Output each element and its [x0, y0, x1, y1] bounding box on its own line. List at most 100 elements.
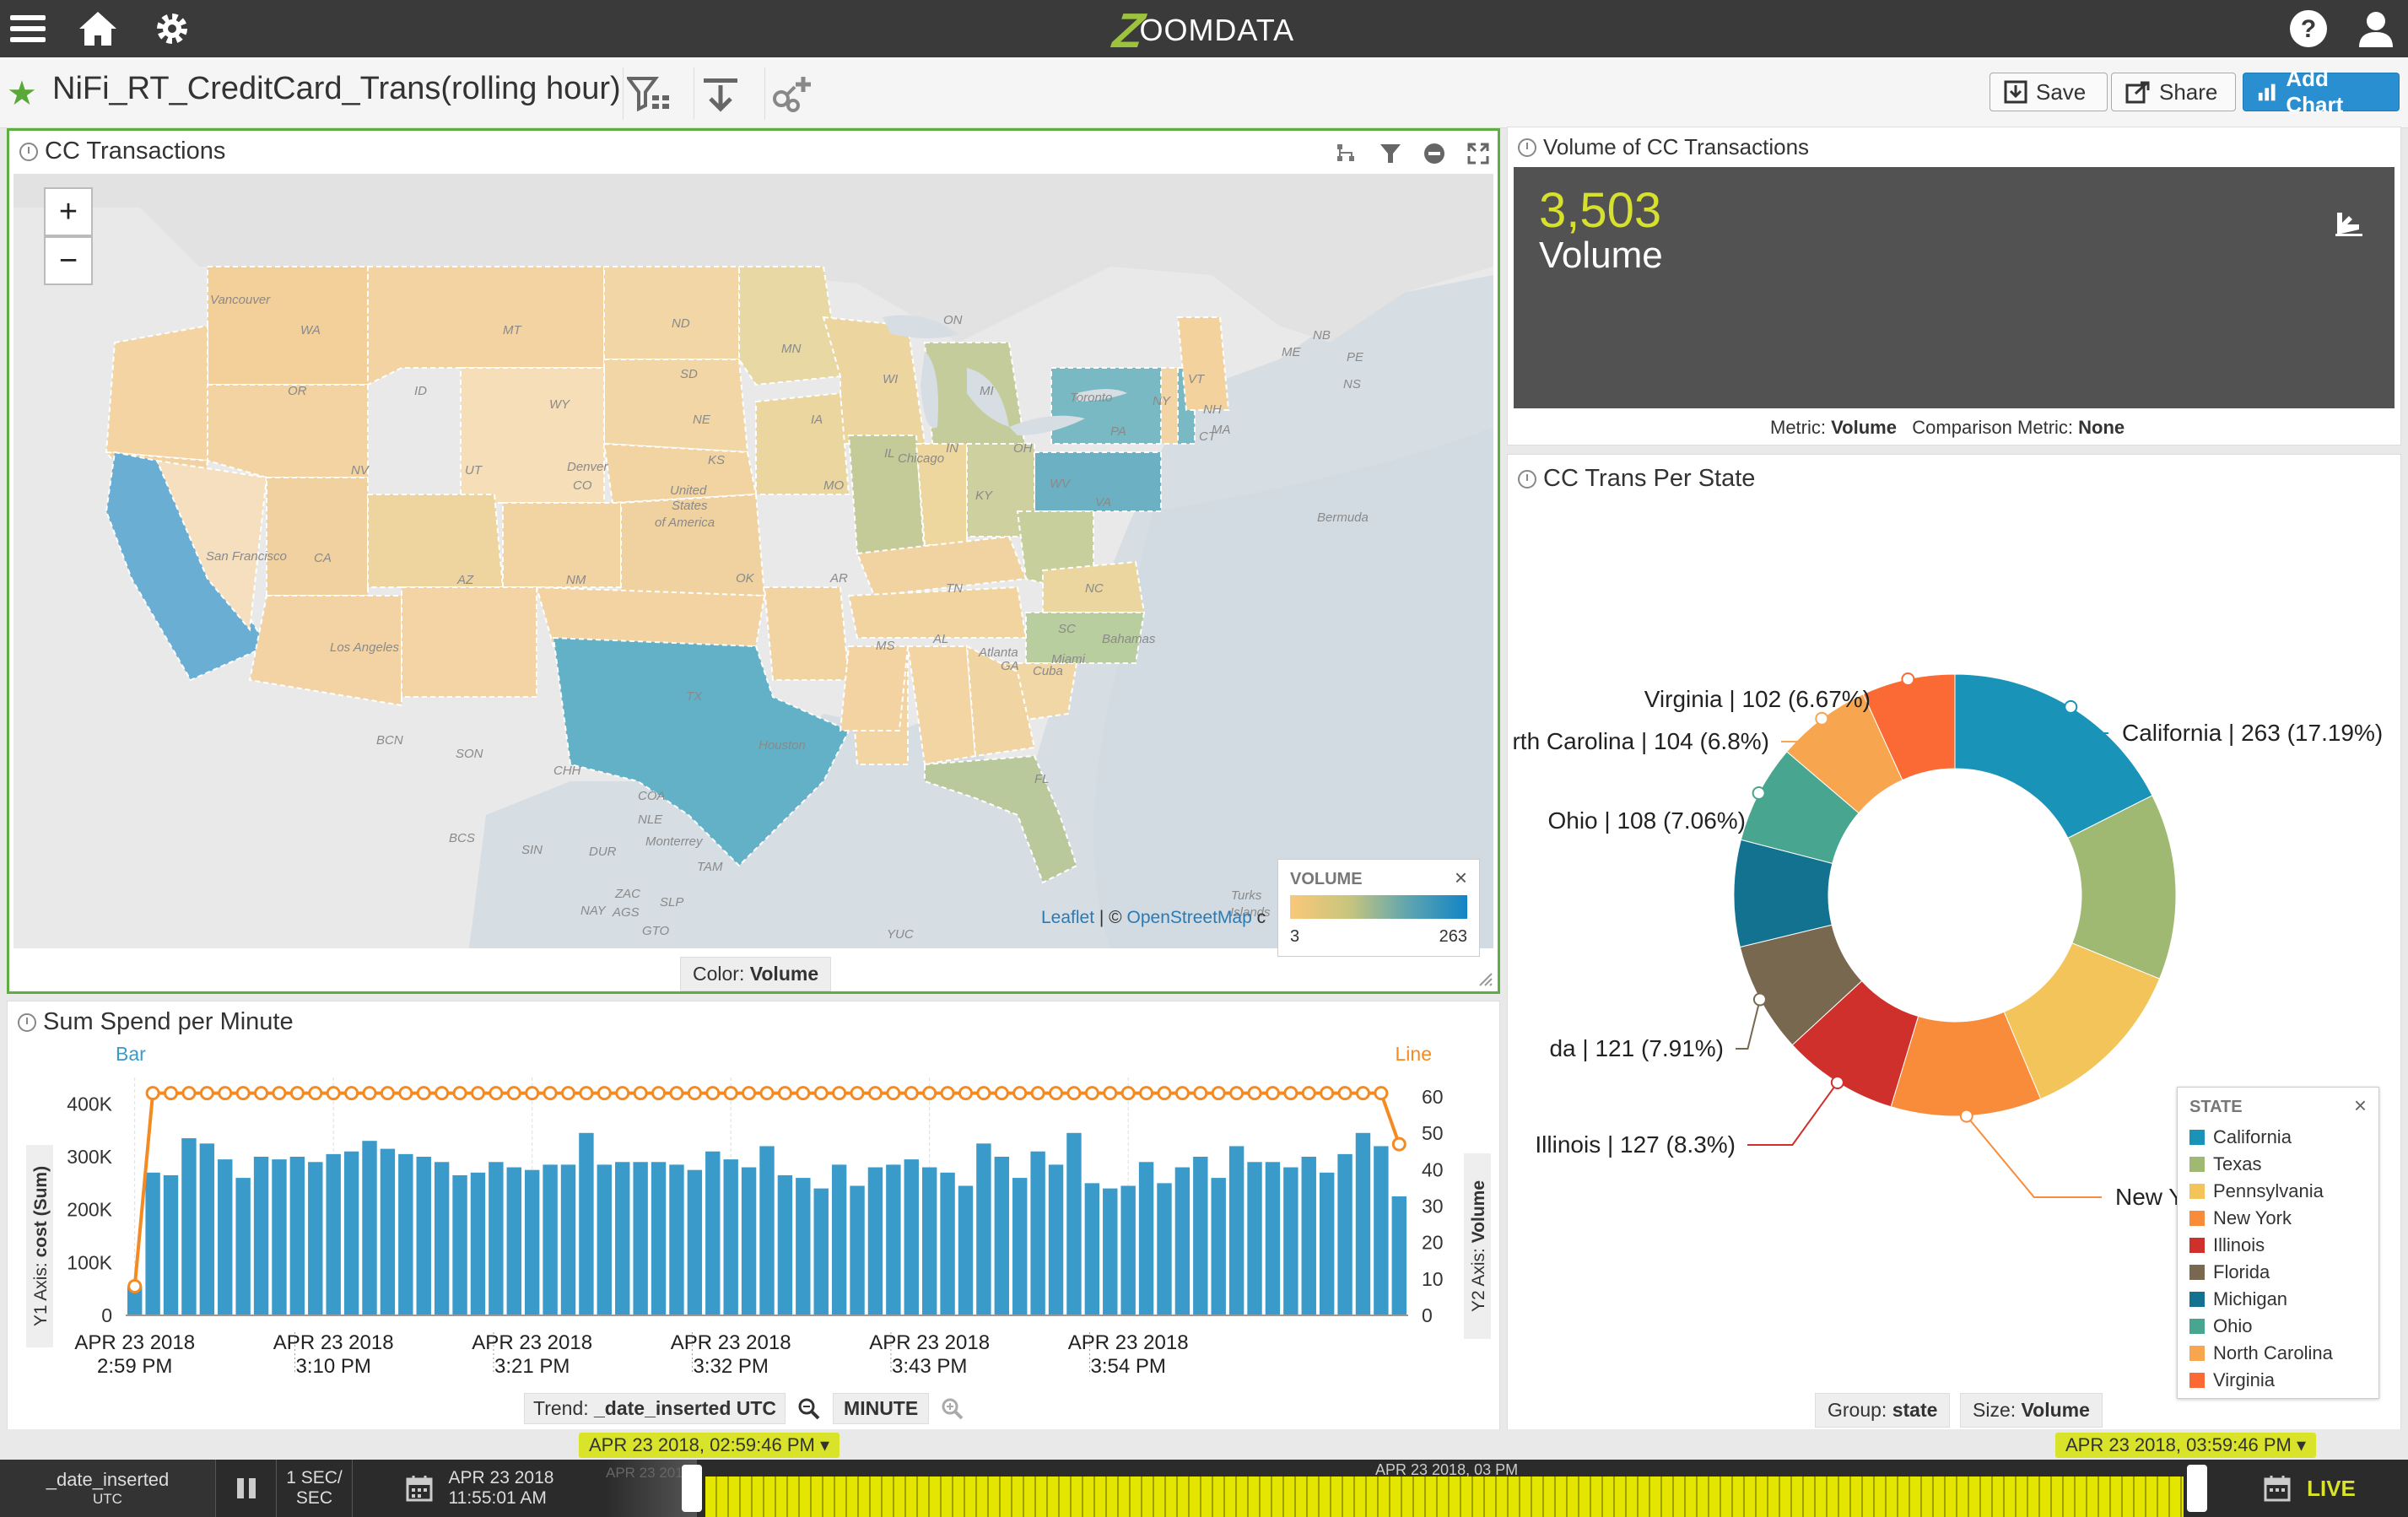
line-point[interactable]	[272, 1086, 287, 1101]
line-point[interactable]	[525, 1086, 540, 1101]
line-point[interactable]	[362, 1086, 377, 1101]
bar[interactable]	[416, 1157, 431, 1315]
line-point[interactable]	[1211, 1086, 1226, 1101]
comparison-metric-value[interactable]: None	[2078, 417, 2125, 438]
line-point[interactable]	[506, 1086, 521, 1101]
line-point[interactable]	[543, 1086, 558, 1101]
gear-icon[interactable]	[150, 7, 194, 51]
line-point[interactable]	[1120, 1086, 1136, 1101]
line-point[interactable]	[398, 1086, 413, 1101]
help-icon[interactable]: ?	[2287, 7, 2330, 51]
line-point[interactable]	[958, 1086, 973, 1101]
line-point[interactable]	[597, 1086, 612, 1101]
time-window-end-badge[interactable]: APR 23 2018, 03:59:46 PM ▾	[2055, 1433, 2317, 1458]
bar[interactable]	[796, 1178, 811, 1315]
line-point[interactable]	[1139, 1086, 1154, 1101]
bar[interactable]	[452, 1174, 467, 1315]
line-point[interactable]	[850, 1086, 865, 1101]
bar[interactable]	[218, 1159, 233, 1315]
share-button[interactable]: Share	[2111, 73, 2236, 111]
bar[interactable]	[272, 1159, 287, 1315]
user-icon[interactable]	[2354, 7, 2398, 51]
kpi-chart-type-icon[interactable]	[2332, 206, 2366, 240]
legend-item[interactable]: Michigan	[2189, 1286, 2367, 1313]
map-canvas[interactable]: WA MT ND MN OR ID SD WY WI MI NY VT ME NH MA CT PA NE IA IL…	[13, 174, 1493, 948]
us-choropleth-map[interactable]: WA MT NDMNOR IDSDWYWIMINYVTMENHMACTPANE IAIL…	[13, 174, 1493, 948]
line-point[interactable]	[1157, 1086, 1172, 1101]
line-point[interactable]	[867, 1086, 883, 1101]
bar[interactable]	[597, 1164, 613, 1315]
bar[interactable]	[326, 1153, 341, 1315]
line-point[interactable]	[886, 1086, 901, 1101]
bar[interactable]	[1374, 1146, 1389, 1315]
legend-item[interactable]: Virginia	[2189, 1367, 2367, 1394]
zoom-in-button[interactable]: +	[44, 187, 93, 236]
line-point[interactable]	[1374, 1086, 1389, 1101]
bar[interactable]	[543, 1164, 558, 1315]
bar[interactable]	[343, 1151, 359, 1315]
bar[interactable]	[741, 1167, 757, 1315]
line-point[interactable]	[1355, 1086, 1370, 1101]
bar[interactable]	[362, 1141, 377, 1315]
bar[interactable]	[1391, 1196, 1406, 1315]
bar[interactable]	[1012, 1178, 1028, 1315]
bar[interactable]	[1228, 1146, 1244, 1315]
legend-item[interactable]: California	[2189, 1124, 2367, 1151]
bar[interactable]	[308, 1162, 323, 1315]
bar[interactable]	[1103, 1188, 1118, 1315]
line-point[interactable]	[199, 1086, 214, 1101]
home-icon[interactable]	[76, 7, 120, 51]
window-start-handle[interactable]	[682, 1465, 702, 1512]
line-point[interactable]	[1391, 1136, 1406, 1152]
line-point[interactable]	[1337, 1086, 1352, 1101]
line-point[interactable]	[777, 1086, 792, 1101]
bar[interactable]	[289, 1157, 305, 1315]
donut-legend-close-icon[interactable]: ×	[2354, 1093, 2367, 1119]
bar[interactable]	[633, 1162, 648, 1315]
leaflet-link[interactable]: Leaflet	[1041, 908, 1094, 927]
add-chart-button[interactable]: Add Chart	[2243, 66, 2400, 117]
line-point[interactable]	[669, 1086, 684, 1101]
bar[interactable]	[199, 1143, 215, 1315]
line-point[interactable]	[1283, 1086, 1298, 1101]
line-point[interactable]	[435, 1086, 450, 1101]
zoom-in-time-icon[interactable]	[941, 1397, 964, 1421]
bar[interactable]	[470, 1172, 486, 1315]
bar[interactable]	[850, 1185, 865, 1315]
bar[interactable]	[181, 1138, 197, 1315]
remove-icon[interactable]	[1422, 141, 1447, 166]
selected-time-window[interactable]	[705, 1477, 2184, 1517]
zoom-out-time-icon[interactable]	[797, 1397, 821, 1421]
line-point[interactable]	[759, 1086, 775, 1101]
y2-axis-title[interactable]: Y2 Axis: Volume	[1464, 1153, 1491, 1339]
line-point[interactable]	[832, 1086, 847, 1101]
size-chip[interactable]: Size: Volume	[1960, 1393, 2103, 1428]
line-point[interactable]	[723, 1086, 738, 1101]
line-point[interactable]	[813, 1086, 829, 1101]
menu-icon[interactable]	[7, 7, 51, 51]
line-point[interactable]	[416, 1086, 431, 1101]
bar[interactable]	[1319, 1172, 1335, 1315]
bar[interactable]	[687, 1169, 703, 1315]
granularity-chip[interactable]: MINUTE	[833, 1393, 930, 1424]
line-point[interactable]	[904, 1086, 919, 1101]
bar[interactable]	[506, 1167, 521, 1315]
live-mode-toggle[interactable]: LIVE	[2211, 1460, 2408, 1517]
line-point[interactable]	[1320, 1086, 1335, 1101]
line-point[interactable]	[1066, 1086, 1082, 1101]
bar[interactable]	[976, 1143, 991, 1315]
line-point[interactable]	[1229, 1086, 1244, 1101]
legend-item[interactable]: Pennsylvania	[2189, 1178, 2367, 1205]
group-chip[interactable]: Group: state	[1815, 1393, 1951, 1428]
bar[interactable]	[434, 1162, 450, 1315]
line-point[interactable]	[615, 1086, 630, 1101]
line-point[interactable]	[651, 1086, 667, 1101]
bar[interactable]	[904, 1159, 919, 1315]
line-point[interactable]	[705, 1086, 721, 1101]
zoom-out-button[interactable]: −	[44, 236, 93, 285]
start-date-picker[interactable]: APR 23 2018 11:55:01 AM	[353, 1460, 606, 1517]
line-point[interactable]	[922, 1086, 937, 1101]
line-point[interactable]	[1049, 1086, 1064, 1101]
line-point[interactable]	[1030, 1086, 1045, 1101]
bar[interactable]	[921, 1167, 937, 1315]
